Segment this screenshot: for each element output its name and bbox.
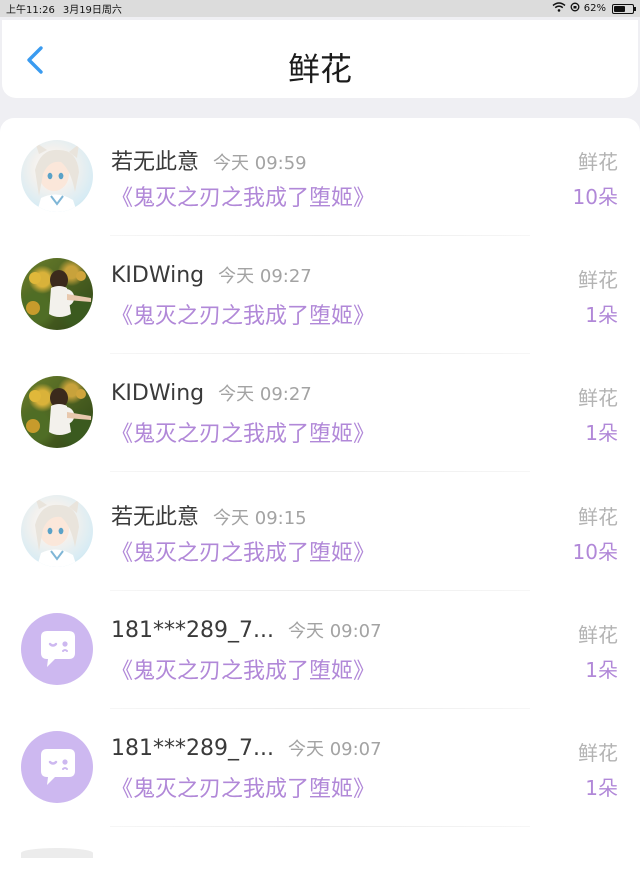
user-name[interactable]: 181***289_7... — [111, 618, 274, 643]
gift-amount: 1朵 — [585, 776, 618, 800]
gift-amount: 10朵 — [572, 540, 618, 564]
wifi-icon — [552, 2, 566, 15]
garden-photo-avatar-image — [26, 388, 91, 435]
user-avatar[interactable] — [21, 258, 93, 330]
user-avatar[interactable] — [21, 140, 93, 212]
default-chat-avatar-image — [41, 631, 75, 667]
battery-level — [614, 5, 626, 12]
partial-avatar — [21, 848, 93, 858]
garden-photo-avatar-image — [26, 270, 91, 317]
user-name[interactable]: KIDWing — [111, 263, 204, 288]
anime-girl-avatar-image — [35, 142, 79, 212]
user-avatar[interactable] — [21, 731, 93, 803]
user-avatar[interactable] — [21, 376, 93, 448]
user-name-line: KIDWing 今天 09:27 — [111, 380, 312, 406]
book-title-link[interactable]: 《鬼灭之刃之我成了堕姬》 — [111, 771, 375, 803]
gift-record-row[interactable]: 若无此意 今天 09:15 《鬼灭之刃之我成了堕姬》 鲜花 10朵 — [0, 473, 640, 591]
user-avatar[interactable] — [21, 495, 93, 567]
gift-amount: 1朵 — [585, 303, 618, 327]
user-name[interactable]: 181***289_7... — [111, 736, 274, 761]
gift-amount: 10朵 — [572, 185, 618, 209]
gift-type: 鲜花 — [578, 741, 618, 765]
gift-record-row[interactable]: 181***289_7... 今天 09:07 《鬼灭之刃之我成了堕姬》 鲜花 1朵 — [0, 591, 640, 709]
user-name[interactable]: 若无此意 — [111, 150, 199, 175]
gift-type: 鲜花 — [578, 623, 618, 647]
gift-record-row[interactable]: KIDWing 今天 09:27 《鬼灭之刃之我成了堕姬》 鲜花 1朵 — [0, 236, 640, 354]
gift-type: 鲜花 — [578, 505, 618, 529]
gift-record-row[interactable]: 若无此意 今天 09:59 《鬼灭之刃之我成了堕姬》 鲜花 10朵 — [0, 118, 640, 236]
user-name[interactable]: KIDWing — [111, 381, 204, 406]
user-name-line: 若无此意 今天 09:59 — [111, 144, 307, 176]
gift-type: 鲜花 — [578, 268, 618, 292]
gift-time: 今天 09:15 — [213, 508, 307, 529]
user-name-line: 若无此意 今天 09:15 — [111, 499, 307, 531]
gift-record-row[interactable]: 181***289_7... 今天 09:07 《鬼灭之刃之我成了堕姬》 鲜花 1朵 — [0, 709, 640, 827]
book-title-link[interactable]: 《鬼灭之刃之我成了堕姬》 — [111, 180, 375, 212]
gift-time: 今天 09:27 — [218, 266, 312, 287]
book-title-link[interactable]: 《鬼灭之刃之我成了堕姬》 — [111, 535, 375, 567]
gift-time: 今天 09:07 — [287, 621, 382, 642]
user-name-line: 181***289_7... 今天 09:07 — [111, 617, 382, 643]
gift-time: 今天 09:27 — [218, 384, 312, 405]
orientation-lock-icon — [570, 2, 580, 15]
user-name-line: 181***289_7... 今天 09:07 — [111, 735, 382, 761]
page-title: 鲜花 — [287, 50, 352, 88]
battery-icon — [612, 3, 636, 14]
user-name[interactable]: 若无此意 — [111, 505, 199, 530]
default-chat-avatar-image — [41, 749, 75, 785]
gift-time: 今天 09:59 — [213, 153, 307, 174]
gift-type: 鲜花 — [578, 150, 618, 174]
anime-girl-avatar-image — [35, 497, 79, 567]
user-avatar[interactable] — [21, 613, 93, 685]
status-date: 3月19日周六 — [62, 5, 122, 16]
book-title-link[interactable]: 《鬼灭之刃之我成了堕姬》 — [111, 653, 375, 685]
status-bar: 上午11:26 3月19日周六 62% — [0, 0, 640, 17]
battery-percent: 62% — [583, 3, 606, 14]
nav-bar: 鲜花 — [2, 20, 638, 98]
book-title-link[interactable]: 《鬼灭之刃之我成了堕姬》 — [111, 416, 375, 448]
user-name-line: KIDWing 今天 09:27 — [111, 262, 312, 288]
gift-record-list: 若无此意 今天 09:59 《鬼灭之刃之我成了堕姬》 鲜花 10朵 KIDWing 今天 0… — [0, 118, 640, 878]
gift-time: 今天 09:07 — [287, 739, 382, 760]
row-divider — [110, 826, 530, 827]
status-time: 上午11:26 — [6, 5, 55, 16]
gift-record-row[interactable]: KIDWing 今天 09:27 《鬼灭之刃之我成了堕姬》 鲜花 1朵 — [0, 354, 640, 472]
gift-type: 鲜花 — [578, 386, 618, 410]
gift-amount: 1朵 — [585, 658, 618, 682]
book-title-link[interactable]: 《鬼灭之刃之我成了堕姬》 — [111, 298, 375, 330]
gift-amount: 1朵 — [585, 421, 618, 445]
row-divider — [110, 471, 530, 472]
